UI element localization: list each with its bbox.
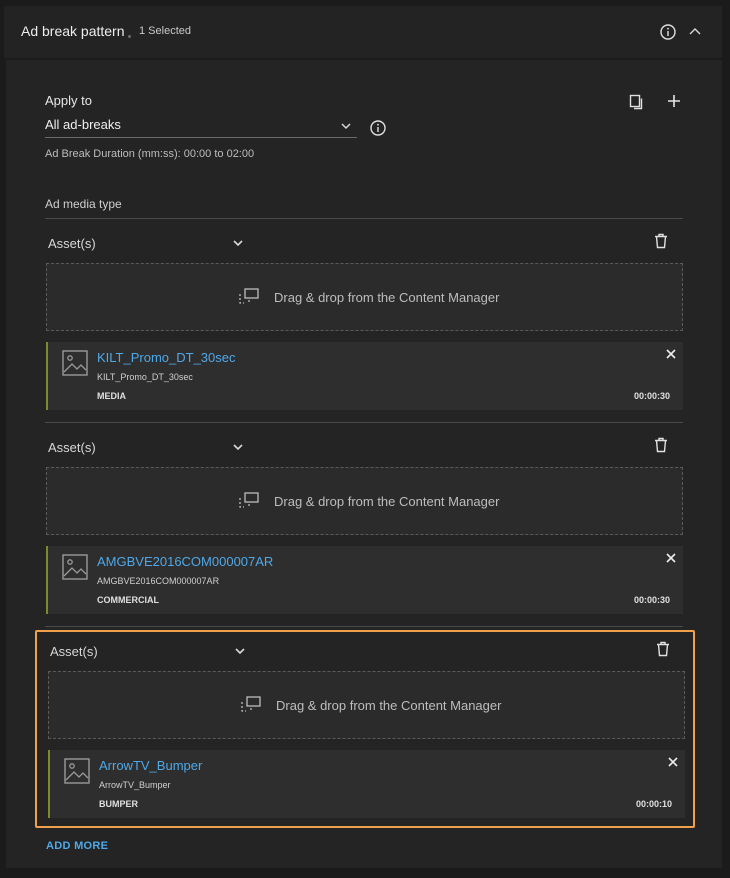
- asset-subtitle: KILT_Promo_DT_30sec: [97, 372, 193, 382]
- drag-drop-icon: [239, 288, 259, 304]
- section-header[interactable]: Ad break pattern 1 Selected: [4, 6, 722, 58]
- asset-select-label[interactable]: Asset(s): [48, 236, 96, 251]
- asset-group-selected: Asset(s) Drag & drop from the Content Ma…: [35, 630, 695, 828]
- ad-media-type-label: Ad media type: [45, 197, 122, 211]
- drop-zone-text: Drag & drop from the Content Manager: [276, 698, 502, 713]
- drag-drop-icon: [239, 492, 259, 508]
- asset-card[interactable]: AMGBVE2016COM000007AR AMGBVE2016COM00000…: [46, 546, 683, 614]
- divider: [45, 422, 683, 423]
- selected-count: 1 Selected: [139, 25, 191, 37]
- trash-icon[interactable]: [654, 233, 668, 249]
- asset-name-link[interactable]: KILT_Promo_DT_30sec: [97, 350, 236, 365]
- select-underline: [45, 137, 357, 138]
- info-icon[interactable]: [660, 24, 676, 40]
- chevron-up-icon[interactable]: [688, 25, 702, 39]
- close-icon[interactable]: [667, 756, 679, 768]
- close-icon[interactable]: [665, 552, 677, 564]
- close-icon[interactable]: [665, 348, 677, 360]
- copy-icon[interactable]: [629, 94, 645, 110]
- asset-name-link[interactable]: AMGBVE2016COM000007AR: [97, 554, 273, 569]
- chevron-down-icon[interactable]: [234, 645, 246, 657]
- asset-subtitle: AMGBVE2016COM000007AR: [97, 576, 220, 586]
- info-icon[interactable]: [370, 120, 386, 136]
- drop-zone[interactable]: Drag & drop from the Content Manager: [46, 263, 683, 331]
- asset-card[interactable]: ArrowTV_Bumper ArrowTV_Bumper BUMPER 00:…: [48, 750, 685, 818]
- divider: [45, 218, 683, 219]
- plus-icon[interactable]: [667, 94, 681, 108]
- drag-drop-icon: [241, 696, 261, 712]
- asset-duration: 00:00:10: [635, 799, 672, 809]
- drop-zone-text: Drag & drop from the Content Manager: [274, 494, 500, 509]
- drop-zone[interactable]: Drag & drop from the Content Manager: [46, 467, 683, 535]
- chevron-down-icon[interactable]: [232, 237, 244, 249]
- apply-to-label: Apply to: [45, 93, 92, 108]
- chevron-down-icon[interactable]: [232, 441, 244, 453]
- ad-break-duration-note: Ad Break Duration (mm:ss): 00:00 to 02:0…: [45, 148, 255, 160]
- asset-group: Asset(s) Drag & drop from the Content Ma…: [35, 220, 695, 420]
- asset-select-label[interactable]: Asset(s): [50, 644, 98, 659]
- section-title: Ad break pattern: [21, 23, 125, 39]
- divider: [45, 626, 683, 627]
- asset-type: BUMPER: [99, 799, 139, 809]
- trash-icon[interactable]: [656, 641, 670, 657]
- trash-icon[interactable]: [654, 437, 668, 453]
- asset-name-link[interactable]: ArrowTV_Bumper: [99, 758, 202, 773]
- image-icon: [62, 554, 88, 580]
- ad-break-pattern-panel: Apply to All ad-breaks Ad Break Duration…: [6, 60, 722, 868]
- asset-select-label[interactable]: Asset(s): [48, 440, 96, 455]
- apply-to-select[interactable]: All ad-breaks: [45, 117, 121, 132]
- asset-subtitle: ArrowTV_Bumper: [99, 780, 171, 790]
- asset-group: Asset(s) Drag & drop from the Content Ma…: [35, 424, 695, 624]
- add-more-button[interactable]: ADD MORE: [46, 840, 108, 852]
- drop-zone[interactable]: Drag & drop from the Content Manager: [48, 671, 685, 739]
- separator-dot: [128, 35, 131, 38]
- asset-card[interactable]: KILT_Promo_DT_30sec KILT_Promo_DT_30sec …: [46, 342, 683, 410]
- asset-duration: 00:00:30: [633, 595, 670, 605]
- asset-type: COMMERCIAL: [97, 595, 159, 605]
- image-icon: [64, 758, 90, 784]
- asset-duration: 00:00:30: [633, 391, 670, 401]
- asset-type: MEDIA: [97, 391, 126, 401]
- image-icon: [62, 350, 88, 376]
- chevron-down-icon[interactable]: [340, 120, 352, 132]
- drop-zone-text: Drag & drop from the Content Manager: [274, 290, 500, 305]
